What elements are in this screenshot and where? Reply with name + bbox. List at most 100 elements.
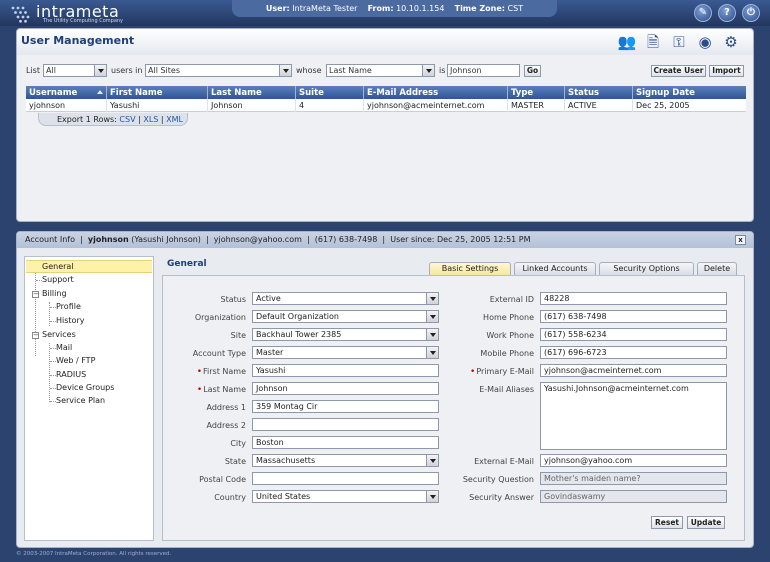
external-email-input[interactable]: yjohnson@yahoo.com (540, 454, 727, 467)
field-select[interactable]: Last Name (326, 64, 435, 77)
settings-icon[interactable]: ⚙ (721, 32, 741, 52)
account-since: User since: Dec 25, 2005 12:51 PM (390, 235, 531, 244)
tab-basic-settings[interactable]: Basic Settings (429, 262, 511, 275)
email-aliases-textarea[interactable]: Yasushi.Johnson@acmeinternet.com (540, 382, 727, 450)
tree-item-services[interactable]: Services (42, 330, 76, 339)
status-value: Active (256, 294, 281, 303)
mobile-phone-input[interactable]: (617) 696-6723 (540, 346, 727, 359)
export-xls-link[interactable]: XLS (143, 115, 158, 124)
first-name-label: First Name (197, 367, 246, 377)
col-status[interactable]: Status (565, 86, 633, 99)
tree-item-general[interactable]: General (26, 260, 152, 273)
account-username: yjohnson (87, 235, 129, 244)
col-signup-date[interactable]: Signup Date (633, 86, 746, 99)
collapse-icon[interactable]: − (32, 291, 39, 298)
export-csv-link[interactable]: CSV (119, 115, 135, 124)
tab-security-options[interactable]: Security Options (599, 262, 694, 275)
country-select[interactable]: United States (252, 490, 439, 503)
col-suite[interactable]: Suite (296, 86, 364, 99)
import-button[interactable]: Import (709, 65, 744, 77)
country-label: Country (214, 493, 246, 502)
filter-bar: List All users in All Sites whose Last N… (26, 64, 746, 78)
search-input[interactable]: Johnson (447, 64, 520, 77)
power-icon[interactable]: ⏻ (742, 4, 760, 22)
site-select[interactable]: Backhaul Tower 2385 (252, 328, 439, 341)
tree-item-history[interactable]: History (56, 316, 84, 325)
users-icon[interactable]: 👥 (617, 32, 637, 52)
session-user-label: User: (265, 4, 290, 13)
tree-item-billing[interactable]: Billing (42, 289, 67, 298)
brand-tagline: The Utility Computing Company (43, 18, 124, 24)
export-bar: Export 1 Rows: CSV | XLS | XML (38, 113, 188, 126)
address1-input[interactable]: 359 Montag Cir (252, 400, 439, 413)
tree-item-mail[interactable]: Mail (56, 343, 72, 352)
table-row[interactable]: yjohnson Yasushi Johnson 4 yjohnson@acme… (26, 99, 746, 112)
account-detail-panel: Account Info | yjohnson (Yasushi Johnson… (16, 231, 754, 548)
tree-line (49, 343, 50, 402)
update-button[interactable]: Update (687, 516, 725, 529)
home-phone-input[interactable]: (617) 638-7498 (540, 310, 727, 323)
cell-first-name: Yasushi (107, 99, 208, 112)
security-answer-input[interactable]: Govindaswamy (540, 490, 727, 503)
site-label: Site (230, 331, 246, 340)
cell-status: ACTIVE (565, 99, 633, 112)
security-question-input[interactable]: Mother's maiden name? (540, 472, 727, 485)
status-label: Status (220, 295, 247, 304)
work-phone-label: Work Phone (486, 331, 534, 340)
chevron-down-icon (426, 491, 438, 502)
close-icon[interactable]: x (735, 235, 746, 245)
tree-item-web-ftp[interactable]: Web / FTP (56, 356, 95, 365)
document-icon[interactable]: 🗎 (643, 32, 663, 52)
network-icon[interactable]: ⚿ (669, 32, 689, 52)
col-type[interactable]: Type (508, 86, 565, 99)
chevron-down-icon (426, 347, 438, 358)
tree-item-profile[interactable]: Profile (56, 302, 81, 311)
sites-select[interactable]: All Sites (145, 64, 292, 77)
status-select[interactable]: Active (252, 292, 439, 305)
chevron-down-icon (94, 65, 106, 76)
create-user-button[interactable]: Create User (651, 65, 706, 77)
col-first-name[interactable]: First Name (107, 86, 208, 99)
home-phone-label: Home Phone (483, 313, 534, 322)
city-input[interactable]: Boston (252, 436, 439, 449)
account-nav-tree: General Support − Billing Profile Histor… (24, 256, 154, 541)
tree-line (49, 302, 50, 326)
tree-item-radius[interactable]: RADIUS (56, 370, 86, 379)
account-type-select[interactable]: Master (252, 346, 439, 359)
reset-button[interactable]: Reset (651, 516, 683, 529)
export-label: Export 1 Rows: (57, 115, 117, 124)
primary-email-label: Primary E-Mail (470, 367, 534, 377)
first-name-input[interactable]: Yasushi (252, 364, 439, 377)
users-in-label: users in (111, 66, 143, 75)
col-email[interactable]: E-Mail Address (364, 86, 508, 99)
account-fullname: (Yasushi Johnson) (131, 235, 201, 244)
export-xml-link[interactable]: XML (166, 115, 183, 124)
organization-select[interactable]: Default Organization (252, 310, 439, 323)
col-last-name[interactable]: Last Name (208, 86, 296, 99)
external-email-label: External E-Mail (474, 457, 534, 466)
external-id-input[interactable]: 48228 (540, 292, 727, 305)
state-select[interactable]: Massachusetts (252, 454, 439, 467)
go-button[interactable]: Go (524, 65, 541, 77)
postal-code-input[interactable] (252, 472, 439, 485)
tree-item-service-plan[interactable]: Service Plan (56, 396, 105, 405)
tab-linked-accounts[interactable]: Linked Accounts (514, 262, 596, 275)
help-icon[interactable]: ? (718, 4, 736, 22)
globe-icon[interactable]: ◉ (695, 32, 715, 52)
tab-delete[interactable]: Delete (697, 262, 737, 275)
address2-input[interactable] (252, 418, 439, 431)
last-name-input[interactable]: Johnson (252, 382, 439, 395)
session-tz: CST (507, 4, 524, 13)
tree-item-device-groups[interactable]: Device Groups (56, 383, 114, 392)
copyright-footer: © 2003-2007 IntraMeta Corporation. All r… (16, 551, 172, 557)
work-phone-input[interactable]: (617) 558-6234 (540, 328, 727, 341)
account-email: yjohnson@yahoo.com (213, 235, 302, 244)
session-from-label: From: (367, 4, 394, 13)
primary-email-input[interactable]: yjohnson@acmeinternet.com (540, 364, 727, 377)
col-username[interactable]: Username (26, 86, 107, 99)
tree-item-support[interactable]: Support (42, 275, 74, 284)
collapse-icon[interactable]: − (32, 332, 39, 339)
tools-icon[interactable]: ✎ (694, 4, 712, 22)
list-select[interactable]: All (43, 64, 107, 77)
sites-select-value: All Sites (148, 66, 180, 75)
